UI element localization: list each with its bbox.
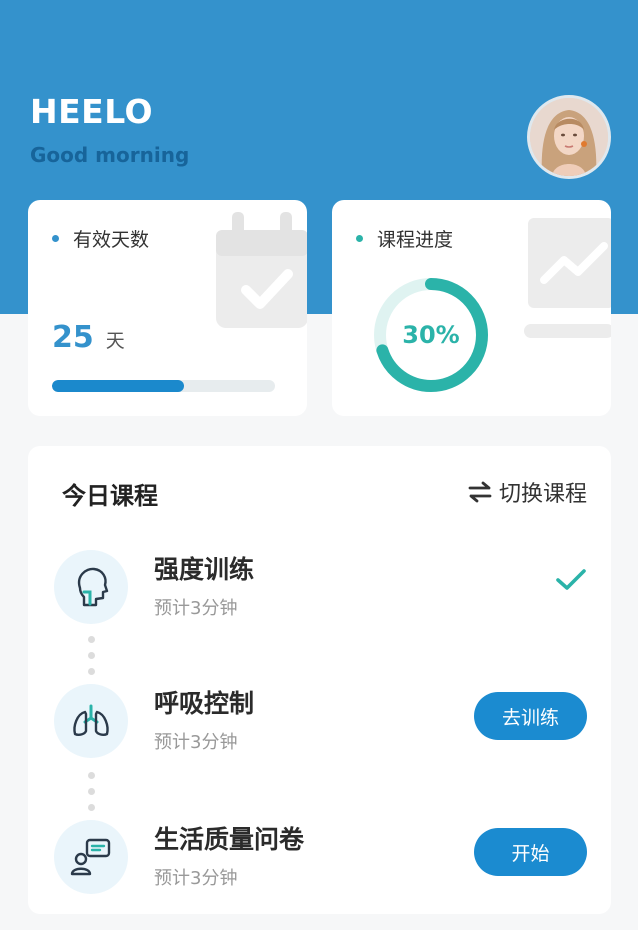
course-item[interactable]: 呼吸控制 预计3分钟 去训练 [28, 684, 611, 774]
progress-percent: 30% [402, 321, 460, 349]
calendar-check-icon [216, 212, 307, 328]
effective-days-value: 25 天 [52, 320, 125, 355]
start-button[interactable]: 开始 [474, 828, 587, 876]
course-name: 生活质量问卷 [154, 825, 305, 854]
days-progress-bar [52, 380, 275, 392]
course-progress-label: 课程进度 [356, 225, 453, 252]
label-dot [356, 235, 363, 242]
course-name: 强度训练 [154, 555, 255, 584]
days-number: 25 [52, 320, 94, 355]
course-duration: 预计3分钟 [154, 732, 238, 753]
timeline-dots [88, 636, 96, 684]
chart-line-icon [524, 218, 611, 338]
switch-course-label: 切换课程 [498, 482, 587, 507]
days-progress-fill [52, 380, 184, 392]
effective-days-label: 有效天数 [52, 225, 149, 252]
today-courses-panel: 今日课程 切换课程 强度训练 预计3分钟 呼吸控制 预计3分钟 去训练 生活质量… [28, 446, 611, 914]
effective-days-card: 有效天数 25 天 [28, 200, 307, 416]
course-name: 呼吸控制 [154, 689, 255, 718]
course-duration: 预计3分钟 [154, 598, 238, 619]
course-duration: 预计3分钟 [154, 868, 238, 889]
go-train-button[interactable]: 去训练 [474, 692, 587, 740]
avatar[interactable] [527, 95, 611, 179]
lungs-icon [54, 684, 128, 758]
greeting-title: HEELO [30, 92, 154, 131]
switch-course-button[interactable]: 切换课程 [467, 476, 587, 508]
course-item[interactable]: 生活质量问卷 预计3分钟 开始 [28, 820, 611, 910]
course-progress-card: 课程进度 30% [332, 200, 611, 416]
head-profile-icon [54, 550, 128, 624]
timeline-dots [88, 772, 96, 820]
check-icon [556, 569, 586, 590]
questionnaire-user-icon [54, 820, 128, 894]
today-courses-title: 今日课程 [62, 482, 158, 510]
swap-icon [468, 481, 492, 503]
course-item[interactable]: 强度训练 预计3分钟 [28, 550, 611, 640]
greeting-subtitle: Good morning [30, 143, 190, 167]
days-unit: 天 [105, 330, 125, 352]
label-dot [52, 235, 59, 242]
